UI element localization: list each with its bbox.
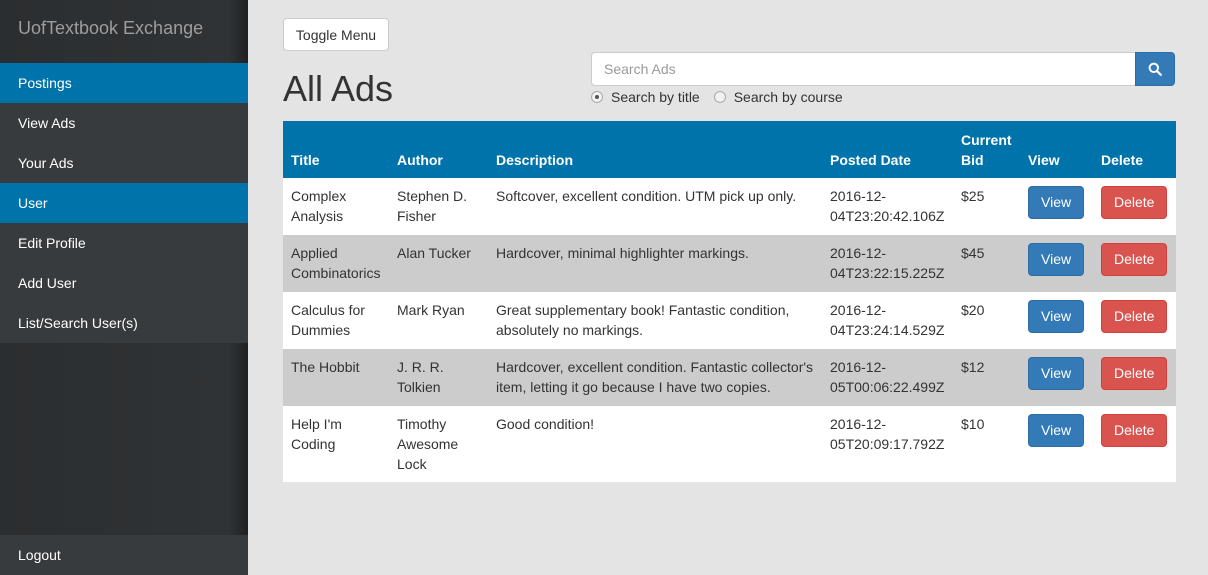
cell-posted-date: 2016-12-04T23:20:42.106Z [822, 178, 953, 235]
cell-description: Hardcover, excellent condition. Fantasti… [488, 349, 822, 406]
cell-view: View [1020, 292, 1093, 349]
search-by-course-radio[interactable] [713, 91, 726, 103]
cell-title: Help I'm Coding [283, 406, 389, 482]
sidebar-item-list-search-users[interactable]: List/Search User(s) [0, 303, 248, 343]
cell-delete: Delete [1093, 292, 1176, 349]
search-bar [591, 52, 1175, 86]
search-by-title-option[interactable]: Search by title [591, 89, 700, 105]
cell-delete: Delete [1093, 406, 1176, 482]
header-current-bid: Current Bid [953, 121, 1020, 178]
table-row: Calculus for Dummies Mark Ryan Great sup… [283, 292, 1176, 349]
search-button[interactable] [1135, 52, 1175, 86]
header-delete: Delete [1093, 121, 1176, 178]
header-view: View [1020, 121, 1093, 178]
cell-delete: Delete [1093, 178, 1176, 235]
cell-posted-date: 2016-12-04T23:22:15.225Z [822, 235, 953, 292]
search-by-title-radio[interactable] [591, 91, 603, 103]
logout-link[interactable]: Logout [0, 535, 248, 575]
table-header: Title Author Description Posted Date Cur… [283, 121, 1176, 178]
cell-author: Mark Ryan [389, 292, 488, 349]
cell-current-bid: $45 [953, 235, 1020, 292]
sidebar-nav: Postings View Ads Your Ads User Edit Pro… [0, 63, 248, 343]
cell-delete: Delete [1093, 349, 1176, 406]
view-button[interactable]: View [1028, 186, 1085, 219]
view-button[interactable]: View [1028, 414, 1085, 447]
table-row: Complex Analysis Stephen D. Fisher Softc… [283, 178, 1176, 235]
sidebar-item-add-user[interactable]: Add User [0, 263, 248, 303]
cell-description: Good condition! [488, 406, 822, 482]
cell-description: Softcover, excellent condition. UTM pick… [488, 178, 822, 235]
cell-author: Stephen D. Fisher [389, 178, 488, 235]
cell-view: View [1020, 178, 1093, 235]
delete-button[interactable]: Delete [1101, 414, 1168, 447]
delete-button[interactable]: Delete [1101, 300, 1168, 333]
cell-current-bid: $20 [953, 292, 1020, 349]
table-row: The Hobbit J. R. R. Tolkien Hardcover, e… [283, 349, 1176, 406]
cell-title: Complex Analysis [283, 178, 389, 235]
cell-description: Hardcover, minimal highlighter markings. [488, 235, 822, 292]
view-button[interactable]: View [1028, 357, 1085, 390]
cell-view: View [1020, 406, 1093, 482]
table-row: Applied Combinatorics Alan Tucker Hardco… [283, 235, 1176, 292]
view-button[interactable]: View [1028, 300, 1085, 333]
ads-table: Title Author Description Posted Date Cur… [283, 121, 1176, 482]
search-by-course-label: Search by course [733, 89, 843, 105]
cell-title: Applied Combinatorics [283, 235, 389, 292]
header-posted-date: Posted Date [822, 121, 953, 178]
cell-author: J. R. R. Tolkien [389, 349, 488, 406]
cell-title: Calculus for Dummies [283, 292, 389, 349]
delete-button[interactable]: Delete [1101, 243, 1168, 276]
cell-posted-date: 2016-12-05T00:06:22.499Z [822, 349, 953, 406]
table-row: Help I'm Coding Timothy Awesome Lock Goo… [283, 406, 1176, 482]
page-title: All Ads [283, 68, 394, 109]
delete-button[interactable]: Delete [1101, 357, 1168, 390]
cell-description: Great supplementary book! Fantastic cond… [488, 292, 822, 349]
cell-posted-date: 2016-12-05T20:09:17.792Z [822, 406, 953, 482]
cell-posted-date: 2016-12-04T23:24:14.529Z [822, 292, 953, 349]
header-title: Title [283, 121, 389, 178]
delete-button[interactable]: Delete [1101, 186, 1168, 219]
toggle-menu-button[interactable]: Toggle Menu [283, 18, 389, 51]
search-mode-options: Search by title Search by course [591, 89, 857, 105]
cell-author: Alan Tucker [389, 235, 488, 292]
search-icon [1148, 62, 1162, 76]
brand-title[interactable]: UofTextbook Exchange [0, 0, 248, 63]
cell-current-bid: $10 [953, 406, 1020, 482]
cell-title: The Hobbit [283, 349, 389, 406]
view-button[interactable]: View [1028, 243, 1085, 276]
header-description: Description [488, 121, 822, 178]
cell-delete: Delete [1093, 235, 1176, 292]
header-author: Author [389, 121, 488, 178]
cell-view: View [1020, 349, 1093, 406]
sidebar-item-user[interactable]: User [0, 183, 248, 223]
sidebar-item-view-ads[interactable]: View Ads [0, 103, 248, 143]
sidebar: UofTextbook Exchange Postings View Ads Y… [0, 0, 248, 575]
cell-author: Timothy Awesome Lock [389, 406, 488, 482]
search-by-course-option[interactable]: Search by course [713, 89, 843, 105]
search-by-title-label: Search by title [611, 89, 700, 105]
sidebar-item-your-ads[interactable]: Your Ads [0, 143, 248, 183]
search-input[interactable] [591, 52, 1135, 86]
cell-current-bid: $12 [953, 349, 1020, 406]
cell-current-bid: $25 [953, 178, 1020, 235]
cell-view: View [1020, 235, 1093, 292]
sidebar-item-postings[interactable]: Postings [0, 63, 248, 103]
sidebar-item-edit-profile[interactable]: Edit Profile [0, 223, 248, 263]
